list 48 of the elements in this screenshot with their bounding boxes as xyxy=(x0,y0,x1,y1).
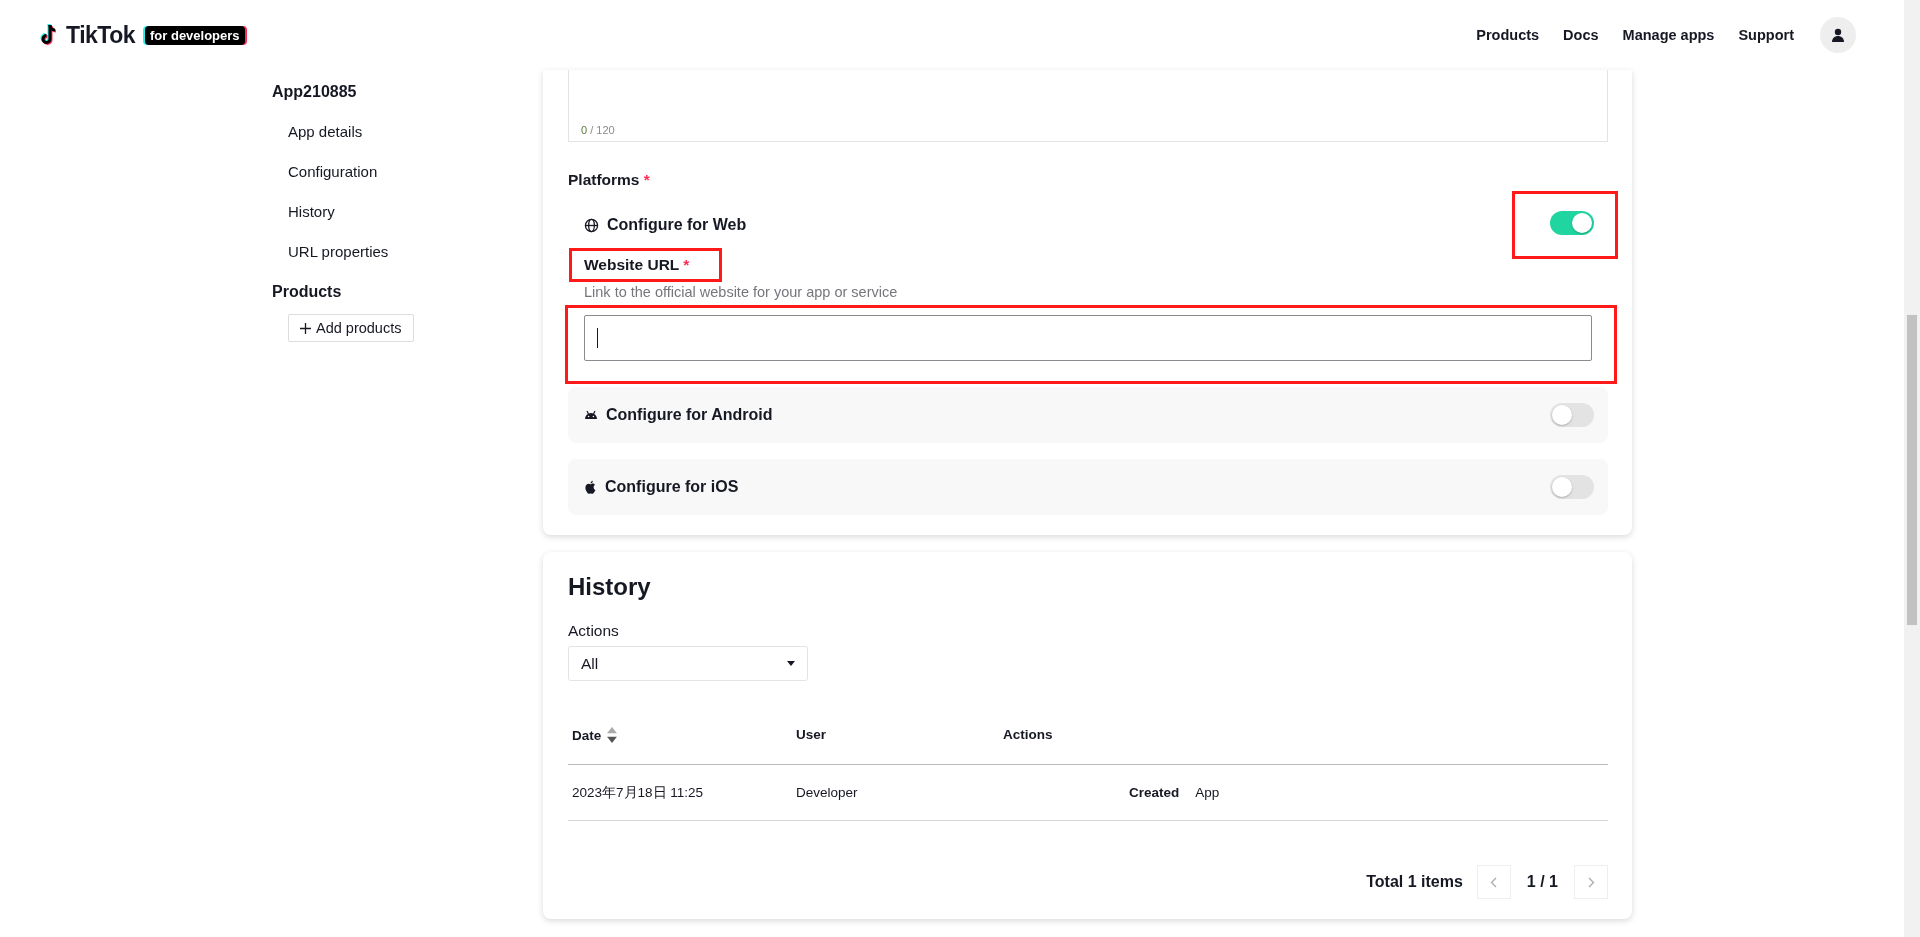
caret-icon xyxy=(787,661,795,666)
android-icon xyxy=(584,410,598,420)
add-products-button[interactable]: Add products xyxy=(288,314,415,342)
sidebar-item[interactable]: Configuration xyxy=(272,162,543,182)
logo-wordmark: TikTok xyxy=(66,21,135,49)
character-counter: 0 / 120 xyxy=(581,124,615,136)
platform-label: Configure for iOS xyxy=(605,478,739,496)
nav-link[interactable]: Docs xyxy=(1563,27,1599,43)
actions-dropdown[interactable]: All xyxy=(568,646,808,681)
platform-label: Configure for Web xyxy=(607,216,747,234)
globe-icon xyxy=(584,217,599,233)
column-header: Actions xyxy=(1003,727,1054,742)
section-title: History xyxy=(568,572,652,602)
nav-link[interactable]: Manage apps xyxy=(1622,27,1715,43)
person-icon xyxy=(1831,28,1845,42)
scrollbar[interactable] xyxy=(1904,0,1920,937)
platform-label: Configure for Android xyxy=(606,406,773,424)
website-url-field[interactable] xyxy=(584,315,1592,361)
sidebar-item[interactable]: URL properties xyxy=(272,242,543,262)
sidebar-item[interactable]: App details xyxy=(272,122,543,142)
app-name: App210885 xyxy=(272,82,358,102)
toggle-switch[interactable] xyxy=(1550,211,1594,235)
plus-icon xyxy=(300,322,311,334)
sidebar-section-title: Products xyxy=(272,282,343,302)
action-type: Created xyxy=(1129,785,1180,800)
filter-label: Actions xyxy=(568,622,620,640)
field-label: Website URL * xyxy=(572,251,720,279)
table-cell-text: 2023年7月18日 11:25 xyxy=(572,783,705,802)
toggle-switch[interactable] xyxy=(1550,403,1594,427)
sidebar-item[interactable]: History xyxy=(272,202,543,222)
description-field[interactable]: 0 / 120 xyxy=(568,70,1608,142)
column-header: User xyxy=(796,727,828,742)
toggle-switch[interactable] xyxy=(1550,475,1594,499)
table-cell-text: Developer xyxy=(796,785,859,800)
total-count: Total 1 items xyxy=(1366,873,1463,891)
action-target: App xyxy=(1195,785,1220,800)
chevron-left-icon xyxy=(1490,876,1498,888)
nav-link[interactable]: Support xyxy=(1738,27,1794,43)
field-hint: Link to the official website for your app or service xyxy=(584,284,899,300)
section-label: Platforms * xyxy=(568,170,651,190)
apple-icon xyxy=(584,479,597,495)
logo-badge: for developers xyxy=(145,25,245,45)
sort-icon xyxy=(607,727,618,743)
chevron-right-icon xyxy=(1587,876,1595,888)
avatar[interactable] xyxy=(1820,17,1856,53)
nav-link[interactable]: Products xyxy=(1476,27,1540,43)
page-indicator: 1 / 1 xyxy=(1525,873,1559,891)
column-header[interactable]: Date xyxy=(572,727,796,743)
